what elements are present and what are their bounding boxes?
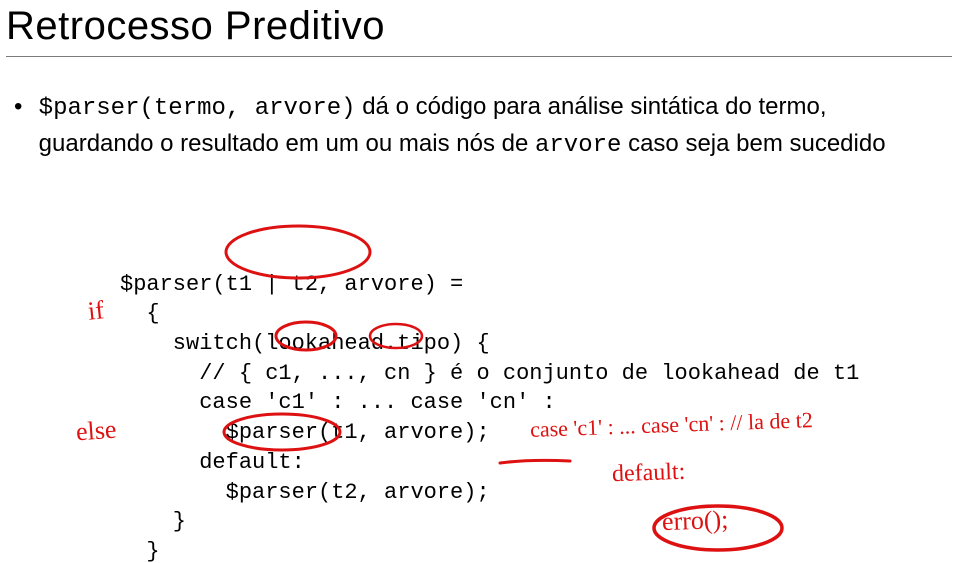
code-line-4: // { c1, ..., cn } é o conjunto de looka… (120, 361, 859, 386)
page-title: Retrocesso Preditivo (6, 4, 385, 49)
inline-code-1: $parser(termo, arvore) (39, 95, 356, 122)
inline-code-2: arvore (535, 132, 621, 159)
code-block: $parser(t1 | t2, arvore) = { switch(look… (120, 240, 859, 563)
bullet-paragraph: • $parser(termo, arvore) dá o código par… (14, 90, 934, 164)
code-line-2: { (120, 301, 160, 326)
bullet-text-after: caso seja bem sucedido (621, 130, 885, 157)
bullet-marker: • (14, 90, 32, 125)
code-line-5: case 'c1' : ... case 'cn' : (120, 390, 556, 415)
handwriting-if: if (86, 295, 105, 326)
title-divider (6, 56, 952, 57)
code-line-1: $parser(t1 | t2, arvore) = (120, 272, 463, 297)
code-line-3: switch(lookahead.tipo) { (120, 331, 490, 356)
bullet-content: $parser(termo, arvore) dá o código para … (39, 90, 931, 164)
code-line-10: } (120, 539, 160, 563)
code-line-8: $parser(t2, arvore); (120, 480, 490, 505)
code-line-9: } (120, 509, 186, 534)
handwriting-else: else (75, 415, 117, 448)
code-line-7: default: (120, 450, 305, 475)
code-line-6: $parser(t1, arvore); (120, 420, 490, 445)
